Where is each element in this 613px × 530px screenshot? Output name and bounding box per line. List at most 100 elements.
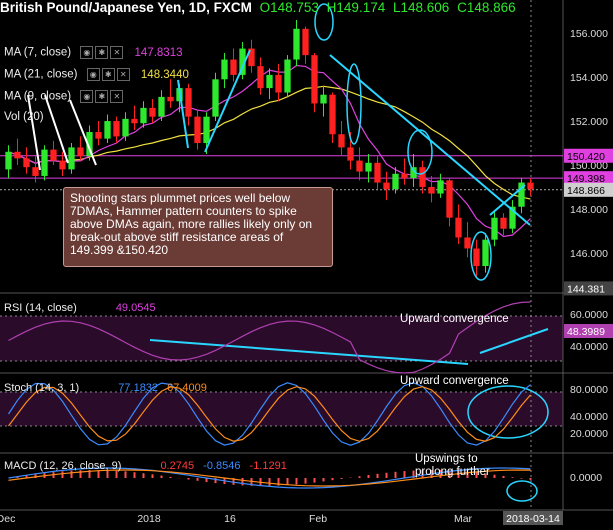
analysis-note: Shooting stars plummet prices well below… — [63, 187, 333, 267]
macd-hist-bar — [332, 478, 334, 480]
ma7-value: 147.8313 — [135, 47, 183, 59]
candle-body — [365, 163, 371, 172]
rsi-annotation: Upward convergence — [400, 313, 509, 325]
rsi-label: RSI (14, close) — [4, 302, 77, 314]
macd-hist-bar — [521, 478, 523, 479]
candle-body — [302, 29, 308, 55]
candle-body — [446, 180, 452, 217]
candle-body — [329, 95, 335, 135]
candle-body — [428, 187, 434, 194]
candle-body — [203, 117, 209, 143]
candle-body — [113, 121, 119, 136]
stoch-d-value: 67.4009 — [167, 382, 207, 394]
close-icon[interactable]: ✕ — [110, 46, 123, 59]
candle-body — [167, 97, 173, 101]
macd-hist-bar — [404, 471, 406, 478]
macd-signal-value: -1.1291 — [250, 460, 287, 472]
candle-body — [77, 147, 83, 156]
ohlc-low: L148.606 — [393, 0, 449, 15]
candle-body — [32, 167, 38, 176]
time-cursor-label: 2018-03-14 — [506, 513, 560, 525]
candle-body — [437, 180, 443, 193]
rsi-tick-label: 40.0000 — [570, 341, 608, 353]
candle-body — [149, 108, 155, 117]
eye-icon[interactable]: ◉ — [80, 90, 93, 103]
macd-hist-bar — [152, 474, 154, 478]
candle-body — [221, 60, 227, 80]
symbol-title[interactable]: British Pound/Japanese Yen, 1D, FXCM — [0, 0, 252, 15]
macd-hist-value: 0.2745 — [160, 460, 194, 472]
ma21-label: MA (21, close) — [4, 69, 78, 81]
macd-hist-bar — [368, 475, 370, 478]
ma21-legend[interactable]: MA (21, close) ◉✱✕ 148.3440 — [4, 68, 189, 81]
candle-body — [464, 237, 470, 248]
rsi-tick-label: 60.0000 — [570, 309, 608, 321]
candle-body — [59, 161, 65, 170]
candle-body — [500, 218, 506, 229]
candle-body — [383, 183, 389, 190]
candle-body — [320, 95, 326, 104]
close-icon[interactable]: ✕ — [117, 68, 130, 81]
macd-hist-bar — [377, 474, 379, 478]
macd-legend[interactable]: MACD (12, 26, close, 9) 0.2745 -0.8546 -… — [4, 460, 287, 472]
macd-hist-bar — [197, 478, 199, 481]
candle-body — [257, 66, 263, 88]
time-axis-label: Dec — [0, 513, 15, 525]
ma21-controls[interactable]: ◉✱✕ — [87, 68, 132, 81]
candle-body — [284, 60, 290, 93]
ma7-controls[interactable]: ◉✱✕ — [80, 46, 125, 59]
price-tick-label: 148.000 — [570, 204, 608, 216]
macd-hist-bar — [395, 472, 397, 478]
candle-body — [104, 121, 110, 139]
ohlc-high: H149.174 — [327, 0, 386, 15]
price-tick-label: 146.000 — [570, 248, 608, 260]
close-icon[interactable]: ✕ — [110, 90, 123, 103]
macd-hist-bar — [161, 476, 163, 478]
ma7-legend[interactable]: MA (7, close) ◉✱✕ 147.8313 — [4, 46, 182, 59]
candle-body — [50, 150, 56, 161]
candle-body — [14, 152, 20, 159]
price-tick-label: 152.000 — [570, 116, 608, 128]
ma9-controls[interactable]: ◉✱✕ — [80, 90, 125, 103]
gear-icon[interactable]: ✱ — [95, 90, 108, 103]
macd-hist-bar — [314, 478, 316, 483]
candle-body — [185, 88, 191, 117]
highlight-ellipse — [507, 481, 537, 501]
macd-hist-bar — [323, 478, 325, 481]
candle-body — [473, 248, 479, 266]
macd-hist-bar — [125, 471, 127, 478]
ohlc-open: O148.753 — [260, 0, 319, 15]
ma21-value: 148.3440 — [141, 69, 189, 81]
stoch-k-value: 77.1832 — [118, 382, 158, 394]
stoch-label: Stoch (14, 3, 1) — [4, 382, 79, 394]
gear-icon[interactable]: ✱ — [95, 46, 108, 59]
ma9-legend[interactable]: MA (9, close) ◉✱✕ — [4, 90, 125, 103]
macd-label: MACD (12, 26, close, 9) — [4, 460, 121, 472]
macd-hist-bar — [134, 472, 136, 478]
eye-icon[interactable]: ◉ — [80, 46, 93, 59]
macd-tick-label: 0.0000 — [570, 472, 602, 484]
ma7-label: MA (7, close) — [4, 47, 71, 59]
candle-body — [293, 29, 299, 60]
candle-body — [482, 240, 488, 266]
macd-hist-bar — [242, 478, 244, 485]
rsi-legend[interactable]: RSI (14, close) 49.0545 — [4, 302, 156, 314]
ohlc-close: C148.866 — [457, 0, 516, 15]
time-axis-label: Mar — [454, 513, 473, 525]
gear-icon[interactable]: ✱ — [102, 68, 115, 81]
eye-icon[interactable]: ◉ — [87, 68, 100, 81]
stoch-tick-label: 40.0000 — [570, 411, 608, 423]
candle-body — [158, 97, 164, 117]
time-axis-label: 16 — [224, 513, 236, 525]
stoch-tick-label: 80.0000 — [570, 384, 608, 396]
candle-body — [275, 75, 281, 93]
macd-hist-bar — [296, 478, 298, 485]
macd-hist-bar — [305, 478, 307, 484]
stoch-tick-label: 20.0000 — [570, 428, 608, 440]
stoch-legend[interactable]: Stoch (14, 3, 1) 77.1832 67.4009 — [4, 382, 207, 394]
macd-annotation: Upswings to prolong further — [415, 453, 515, 479]
candle-body — [455, 218, 461, 238]
macd-line-value: -0.8546 — [203, 460, 240, 472]
candle-body — [95, 132, 101, 139]
vol-legend[interactable]: Vol (20) — [4, 111, 44, 123]
